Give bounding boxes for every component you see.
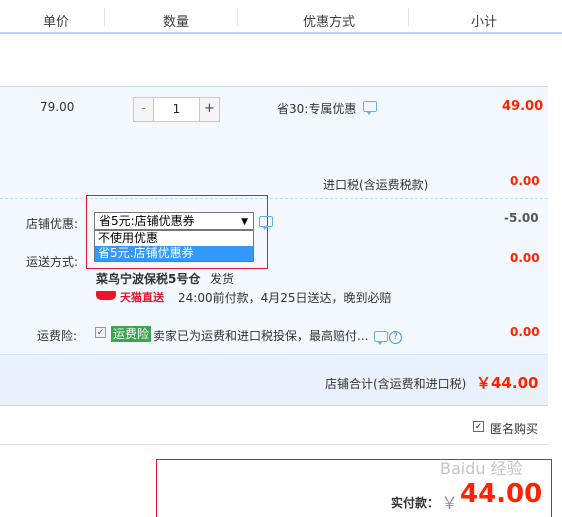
qty-input[interactable]: 1 [154, 98, 199, 121]
shop-discount-select[interactable]: 省5元:店铺优惠券 ▼ [94, 212, 254, 230]
shop-discount-options: 不使用优惠 省5元:店铺优惠券 [94, 230, 254, 262]
shop-discount-selected: 省5元:店铺优惠券 [99, 214, 195, 228]
table-header: 单价 数量 优惠方式 小计 [0, 0, 562, 34]
shipping-label: 运送方式: [26, 255, 79, 269]
item-promo: 省30:专属优惠 [277, 102, 357, 116]
anonymous-label: 匿名购买 [490, 422, 539, 436]
baidu-watermark: Baidu 经验 [440, 459, 523, 478]
chat-icon[interactable] [374, 331, 388, 345]
divider [408, 8, 409, 26]
insurance-checkbox[interactable]: ✓ [95, 327, 106, 338]
shop-total-value: ￥44.00 [476, 374, 539, 392]
item-price: 79.00 [40, 100, 75, 114]
import-tax-label: 进口税(含运费税款) [323, 178, 429, 192]
col-promo-header: 优惠方式 [303, 15, 356, 30]
item-row [0, 86, 548, 198]
item-subtotal: 49.00 [502, 99, 544, 114]
payment-label: 实付款： [391, 496, 440, 510]
shop-discount-label: 店铺优惠: [26, 217, 79, 231]
divider [104, 8, 105, 26]
option-shop-coupon[interactable]: 省5元:店铺优惠券 [95, 246, 253, 261]
shipping-value: 0.00 [510, 251, 540, 265]
insurance-desc: 卖家已为运费和进口税投保，最高赔付... [153, 329, 369, 343]
insurance-value: 0.00 [510, 325, 540, 339]
col-price-header: 单价 [43, 15, 70, 30]
payment-value: 44.00 [460, 479, 543, 509]
insurance-badge: 运费险 [111, 326, 152, 342]
tmall-icon [96, 291, 116, 300]
warehouse-name: 菜鸟宁波保税5号仓 [96, 272, 201, 286]
anonymous-checkbox[interactable]: ✓ [473, 421, 484, 432]
quantity-stepper: - 1 + [133, 97, 220, 122]
import-tax-value: 0.00 [510, 174, 540, 188]
shop-discount-value: -5.00 [504, 211, 539, 225]
chat-icon[interactable] [363, 101, 377, 115]
tmall-direct-label: 天猫直送 [120, 291, 164, 304]
dropdown-arrow-icon: ▼ [241, 217, 248, 227]
ship-from: 发货 [210, 272, 235, 286]
col-subtotal-header: 小计 [471, 15, 498, 30]
freight-insurance-label: 运费险: [37, 329, 78, 343]
delivery-note: 24:00前付款，4月25日送达，晚到必赔 [178, 291, 392, 305]
divider [0, 444, 548, 445]
help-icon[interactable]: ? [389, 331, 402, 344]
shop-total-label: 店铺合计(含运费和进口税) [325, 377, 467, 391]
chat-icon[interactable] [259, 216, 273, 230]
divider [237, 8, 238, 26]
qty-plus-button[interactable]: + [199, 98, 219, 121]
payment-currency: ￥ [441, 494, 458, 514]
option-no-discount[interactable]: 不使用优惠 [95, 231, 253, 246]
col-qty-header: 数量 [163, 15, 190, 30]
qty-minus-button[interactable]: - [134, 98, 154, 121]
